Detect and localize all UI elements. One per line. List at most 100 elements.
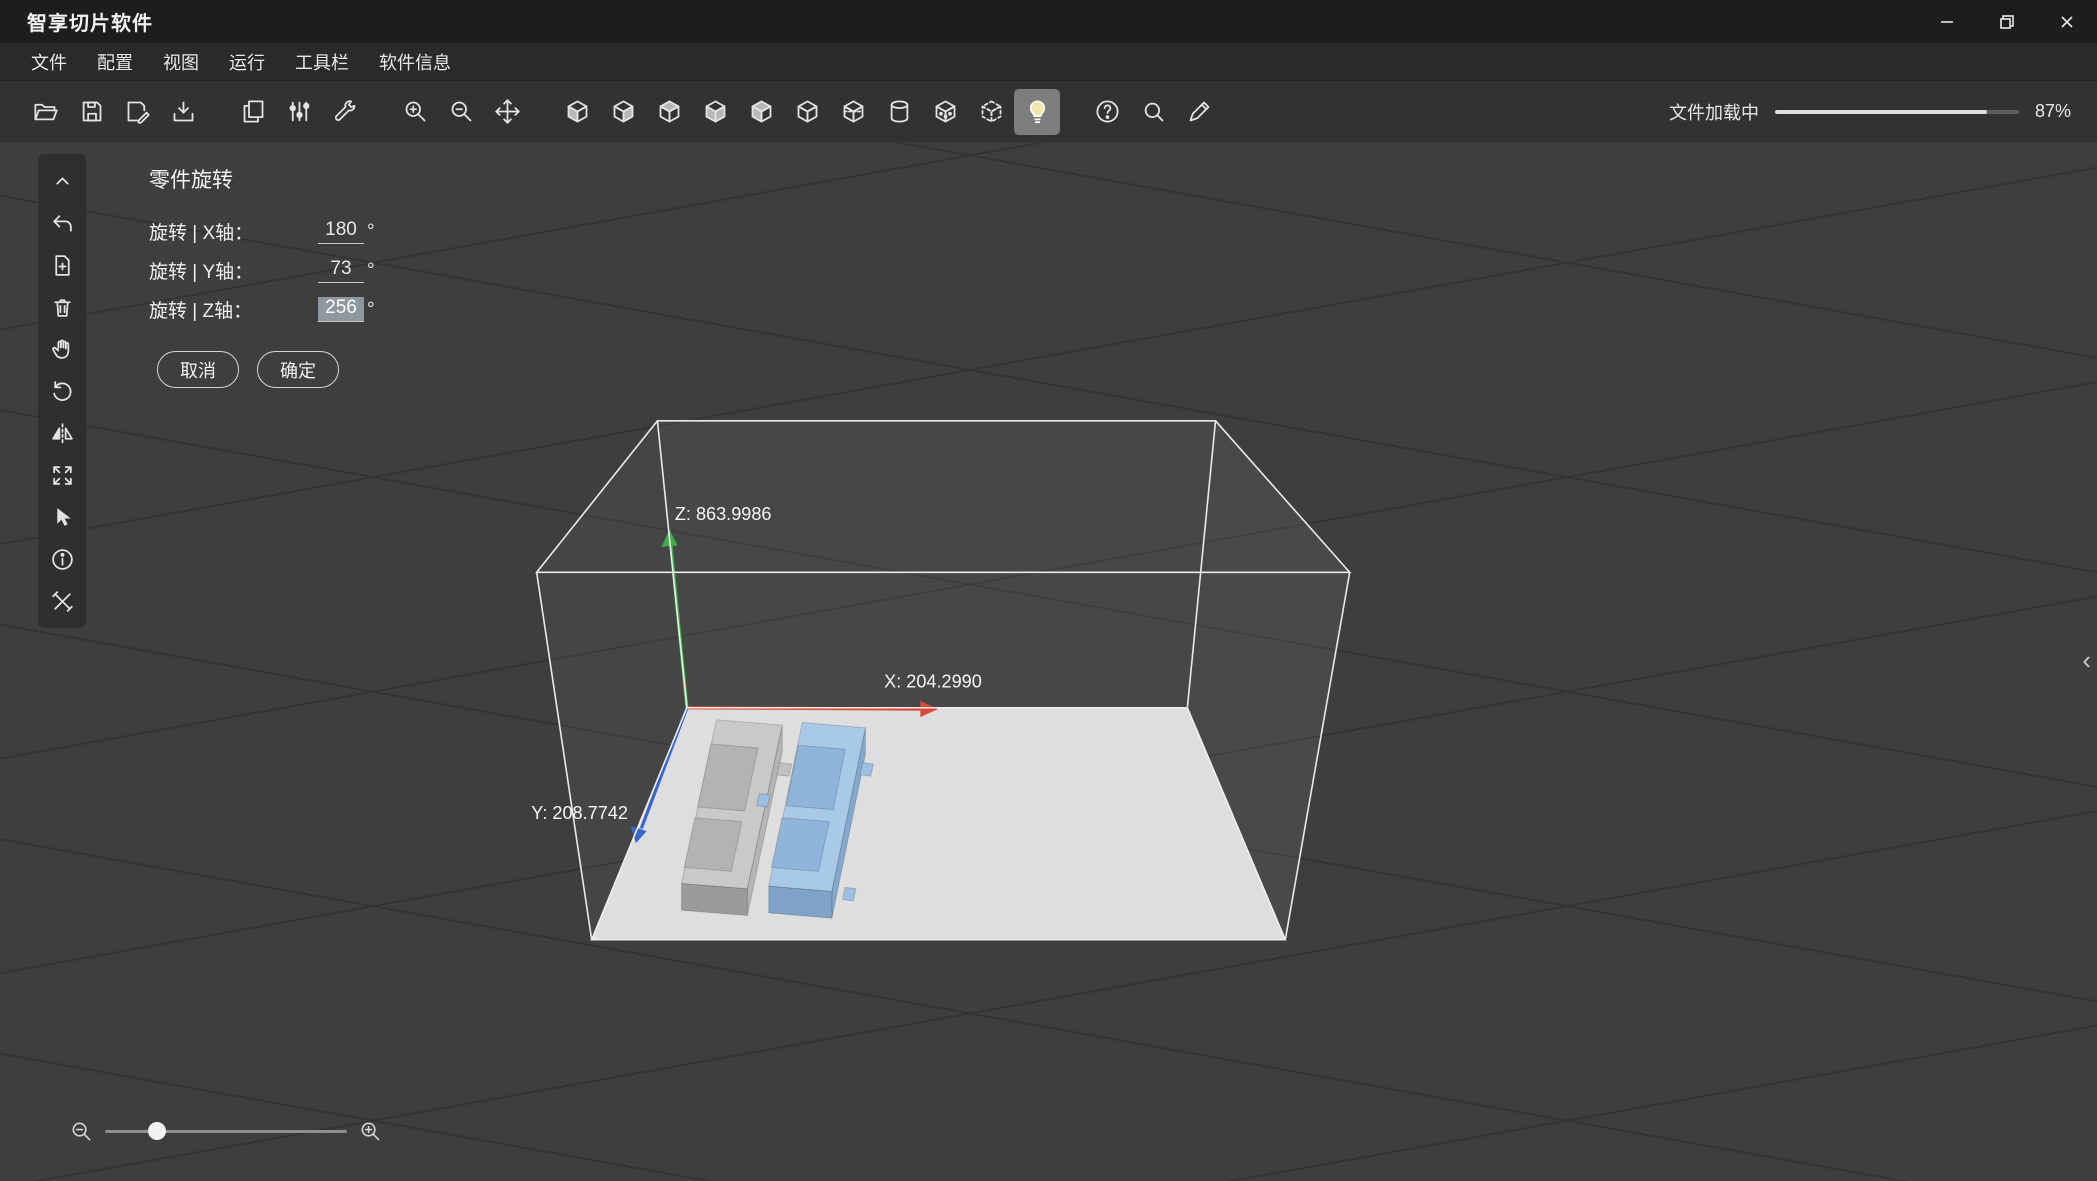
cancel-button[interactable]: 取消 — [157, 351, 239, 388]
view-cube-left-button[interactable] — [554, 89, 600, 135]
delete-model-button[interactable] — [41, 286, 83, 328]
sliders-icon — [289, 101, 309, 122]
window-controls — [1917, 0, 2097, 43]
chevron-up-icon — [55, 176, 69, 184]
search-button[interactable] — [1130, 89, 1176, 135]
rotate-y-unit: ° — [367, 259, 375, 281]
cube-front-face-icon — [659, 100, 679, 123]
cube-iso-icon — [797, 100, 817, 123]
repair-tools-button[interactable] — [41, 580, 83, 622]
zoom-in-button[interactable] — [392, 89, 438, 135]
undo-button[interactable] — [41, 202, 83, 244]
rotate-x-label: 旋转 | X轴： — [149, 223, 254, 244]
progress-percent: 87% — [2034, 101, 2071, 121]
rotate-view-button[interactable] — [41, 370, 83, 412]
view-cube-iso-button[interactable] — [784, 89, 830, 135]
rotate-z-row: 旋转 | Z轴： 256 ° — [149, 290, 379, 329]
view-cube-top-button[interactable] — [738, 89, 784, 135]
close-icon — [2061, 15, 2073, 28]
titlebar: 智享切片软件 — [0, 0, 2097, 43]
rotate-ccw-icon — [52, 380, 71, 401]
move-arrows-icon — [494, 99, 520, 124]
rotate-z-input[interactable]: 256 — [318, 297, 364, 322]
zoom-out-button[interactable] — [438, 89, 484, 135]
confirm-button[interactable]: 确定 — [257, 351, 339, 388]
rotate-x-input[interactable]: 180 — [318, 219, 364, 244]
cube-lattice-icon — [935, 100, 955, 123]
cursor-icon — [56, 507, 71, 526]
machine-tools-button[interactable] — [322, 89, 368, 135]
zoom-out-slider-button[interactable] — [70, 1120, 93, 1143]
menu-file[interactable]: 文件 — [16, 49, 82, 75]
open-folder-icon — [33, 103, 58, 121]
save-icon — [82, 101, 101, 122]
rotate-x-unit: ° — [367, 220, 375, 242]
cube-dashed-icon — [981, 100, 1001, 123]
adjust-params-button[interactable] — [276, 89, 322, 135]
collapse-toolbar-button[interactable] — [41, 160, 83, 202]
import-icon — [173, 101, 193, 122]
view-cube-front-button[interactable] — [646, 89, 692, 135]
viewport-3d[interactable]: X: 204.2990 Y: 208.7742 Z: 863.9986 零件旋转… — [0, 142, 2097, 1181]
open-file-button[interactable] — [22, 89, 68, 135]
undo-arrow-icon — [52, 214, 72, 232]
zoom-in-icon — [361, 1122, 380, 1141]
save-button[interactable] — [68, 89, 114, 135]
minimize-icon — [1941, 20, 1953, 23]
view-cube-dashed-button[interactable] — [968, 89, 1014, 135]
minimize-button[interactable] — [1917, 0, 1977, 43]
search-icon — [1144, 102, 1163, 122]
close-button[interactable] — [2037, 0, 2097, 43]
main-toolbar: 文件加载中 87% — [0, 81, 2097, 142]
pan-button[interactable] — [41, 328, 83, 370]
zoom-in-slider-button[interactable] — [359, 1120, 382, 1143]
move-button[interactable] — [484, 89, 530, 135]
add-model-button[interactable] — [41, 244, 83, 286]
maximize-button[interactable] — [1977, 0, 2037, 43]
zoom-slider-handle[interactable] — [148, 1122, 166, 1140]
restore-icon — [2000, 14, 2014, 29]
view-lattice-button[interactable] — [922, 89, 968, 135]
menu-config[interactable]: 配置 — [82, 49, 148, 75]
right-panel-collapse-chevron[interactable]: ‹ — [2082, 647, 2091, 673]
zoom-control — [70, 1120, 382, 1143]
menu-run[interactable]: 运行 — [214, 49, 280, 75]
y-axis-label: Y: 208.7742 — [531, 803, 628, 823]
app-title: 智享切片软件 — [27, 13, 153, 35]
rotate-y-row: 旋转 | Y轴： 73 ° — [149, 251, 379, 290]
cube-left-face-icon — [567, 100, 587, 123]
menu-about[interactable]: 软件信息 — [364, 49, 466, 75]
menubar: 文件 配置 视图 运行 工具栏 软件信息 — [0, 43, 2097, 81]
zoom-slider-track[interactable] — [105, 1122, 347, 1140]
fit-view-button[interactable] — [41, 454, 83, 496]
view-cube-section-button[interactable] — [830, 89, 876, 135]
progress-bar — [1774, 109, 2019, 114]
info-icon — [51, 548, 73, 570]
view-cube-right-button[interactable] — [600, 89, 646, 135]
view-cube-back-button[interactable] — [692, 89, 738, 135]
help-icon — [1095, 100, 1119, 123]
zoom-out-icon — [451, 101, 471, 122]
wrench-icon — [334, 100, 355, 121]
progress-label: 文件加载中 — [1668, 102, 1759, 123]
model-info-button[interactable] — [41, 538, 83, 580]
rotate-y-input[interactable]: 73 — [318, 258, 364, 283]
import-model-button[interactable] — [160, 89, 206, 135]
x-axis-label: X: 204.2990 — [884, 672, 982, 692]
select-button[interactable] — [41, 496, 83, 538]
add-file-icon — [54, 254, 70, 276]
view-cylinder-button[interactable] — [876, 89, 922, 135]
rotation-panel: 零件旋转 旋转 | X轴： 180 ° 旋转 | Y轴： 73 ° 旋转 | Z… — [149, 164, 379, 388]
zoom-out-icon — [72, 1122, 91, 1141]
annotate-button[interactable] — [1176, 89, 1222, 135]
save-as-button[interactable] — [114, 89, 160, 135]
side-toolbar — [38, 154, 86, 628]
mirror-button[interactable] — [41, 412, 83, 454]
help-button[interactable] — [1084, 89, 1130, 135]
menu-view[interactable]: 视图 — [148, 49, 214, 75]
light-toggle-button[interactable] — [1014, 88, 1060, 135]
menu-toolbar[interactable]: 工具栏 — [280, 49, 364, 75]
duplicate-button[interactable] — [230, 89, 276, 135]
rotation-panel-buttons: 取消 确定 — [149, 351, 379, 388]
rotate-x-row: 旋转 | X轴： 180 ° — [149, 212, 379, 251]
